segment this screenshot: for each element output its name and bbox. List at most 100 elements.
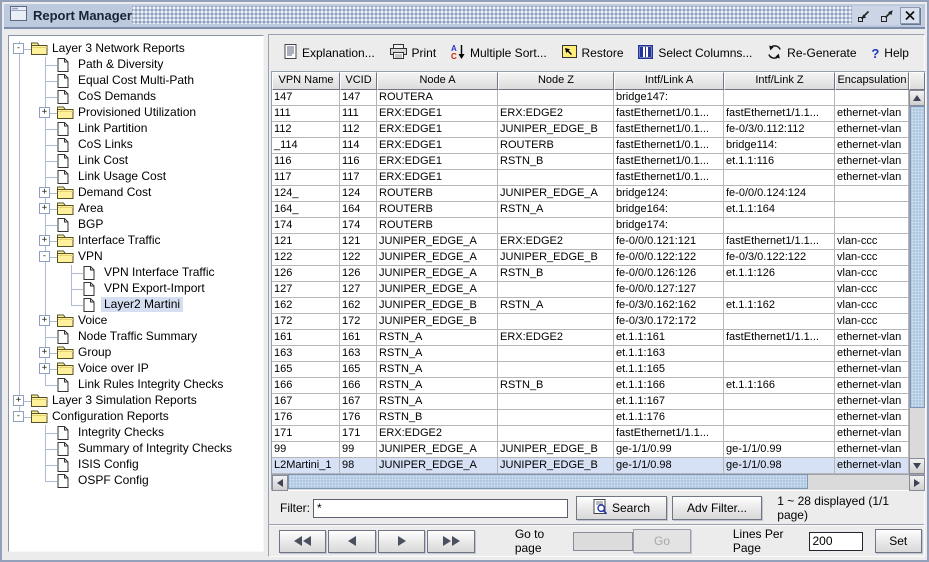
- tree-item-label[interactable]: Demand Cost: [75, 185, 154, 200]
- tree-item[interactable]: Equal Cost Multi-Path: [9, 73, 263, 89]
- column-header[interactable]: Encapsulation: [835, 72, 909, 90]
- tree-item[interactable]: Link Cost: [9, 153, 263, 169]
- tree-expand-handle[interactable]: -: [13, 411, 24, 422]
- column-header[interactable]: Node Z: [498, 72, 614, 90]
- table-row[interactable]: 163163RSTN_Aet.1.1:163ethernet-vlan: [272, 346, 909, 362]
- tree-expand-handle[interactable]: +: [39, 203, 50, 214]
- select-columns-button[interactable]: Select Columns...: [636, 43, 754, 64]
- tree-item-label[interactable]: Interface Traffic: [75, 233, 163, 248]
- table-row[interactable]: 164_164ROUTERBRSTN_Abridge164:et.1.1:164: [272, 202, 909, 218]
- scroll-up-icon[interactable]: [909, 90, 925, 106]
- tree-item-label[interactable]: Group: [75, 345, 114, 360]
- tree-item[interactable]: Node Traffic Summary: [9, 329, 263, 345]
- table-row[interactable]: 165165RSTN_Aet.1.1:165ethernet-vlan: [272, 362, 909, 378]
- table-row[interactable]: 121121JUNIPER_EDGE_AERX:EDGE2fe-0/0/0.12…: [272, 234, 909, 250]
- multiple-sort-button[interactable]: AC Multiple Sort...: [449, 42, 549, 65]
- table-row[interactable]: L2Martini_198JUNIPER_EDGE_AJUNIPER_EDGE_…: [272, 458, 909, 474]
- tree-item[interactable]: -Configuration Reports: [9, 409, 263, 425]
- table-row[interactable]: 127127JUNIPER_EDGE_Afe-0/0/0.127:127vlan…: [272, 282, 909, 298]
- scroll-right-icon[interactable]: [909, 475, 925, 491]
- tree-item[interactable]: +Layer 3 Simulation Reports: [9, 393, 263, 409]
- tree-item-label[interactable]: Node Traffic Summary: [75, 329, 200, 344]
- tree-item-label[interactable]: Equal Cost Multi-Path: [75, 73, 197, 88]
- last-page-button[interactable]: [427, 530, 474, 553]
- tree-item[interactable]: -VPN: [9, 249, 263, 265]
- table-row[interactable]: 116116ERX:EDGE1RSTN_BfastEthernet1/0.1..…: [272, 154, 909, 170]
- tree-item-label[interactable]: Link Cost: [75, 153, 131, 168]
- table-row[interactable]: 167167RSTN_Aet.1.1:167ethernet-vlan: [272, 394, 909, 410]
- table-row[interactable]: 9999JUNIPER_EDGE_AJUNIPER_EDGE_Bge-1/1/0…: [272, 442, 909, 458]
- previous-page-button[interactable]: [328, 530, 375, 553]
- table-row[interactable]: 172172JUNIPER_EDGE_Bfe-0/3/0.172:172vlan…: [272, 314, 909, 330]
- tree-expand-handle[interactable]: +: [13, 395, 24, 406]
- table-row[interactable]: _114114ERX:EDGE1ROUTERBfastEthernet1/0.1…: [272, 138, 909, 154]
- table-row[interactable]: 161161RSTN_AERX:EDGE2et.1.1:161fastEther…: [272, 330, 909, 346]
- tree-expand-handle[interactable]: +: [39, 347, 50, 358]
- tree-item[interactable]: Link Rules Integrity Checks: [9, 377, 263, 393]
- tree-item-label[interactable]: Voice over IP: [75, 361, 152, 376]
- tree-item-label[interactable]: OSPF Config: [75, 473, 152, 488]
- lines-per-page-input[interactable]: [809, 532, 863, 551]
- print-button[interactable]: Print: [388, 42, 439, 64]
- table-row[interactable]: 171171ERX:EDGE2fastEthernet1/1.1...ether…: [272, 426, 909, 442]
- tree-item[interactable]: + Demand Cost: [9, 185, 263, 201]
- tree-item[interactable]: -Layer 3 Network Reports: [9, 41, 263, 57]
- column-header[interactable]: Intf/Link Z: [724, 72, 835, 90]
- tree-item[interactable]: CoS Links: [9, 137, 263, 153]
- tree-expand-handle[interactable]: +: [39, 315, 50, 326]
- first-page-button[interactable]: [279, 530, 326, 553]
- tree-item-label[interactable]: CoS Demands: [75, 89, 159, 104]
- filter-input[interactable]: [313, 499, 568, 518]
- table-row[interactable]: 166166RSTN_ARSTN_Bet.1.1:166et.1.1:166et…: [272, 378, 909, 394]
- tree-item-label[interactable]: CoS Links: [75, 137, 136, 152]
- column-header[interactable]: VPN Name: [272, 72, 340, 90]
- horizontal-scrollbar[interactable]: [272, 474, 925, 490]
- tree-item[interactable]: Summary of Integrity Checks: [9, 441, 263, 457]
- tree-item-label[interactable]: Link Partition: [75, 121, 150, 136]
- table-row[interactable]: 176176RSTN_Bet.1.1:176ethernet-vlan: [272, 410, 909, 426]
- tree-item[interactable]: VPN Interface Traffic: [9, 265, 263, 281]
- tree-expand-handle[interactable]: +: [39, 187, 50, 198]
- tree-item[interactable]: + Area: [9, 201, 263, 217]
- table-row[interactable]: 126126JUNIPER_EDGE_ARSTN_Bfe-0/0/0.126:1…: [272, 266, 909, 282]
- table-row[interactable]: 162162JUNIPER_EDGE_BRSTN_Afe-0/3/0.162:1…: [272, 298, 909, 314]
- tree-item[interactable]: Link Partition: [9, 121, 263, 137]
- column-header[interactable]: VCID: [340, 72, 377, 90]
- restore-button[interactable]: Restore: [560, 43, 626, 63]
- table-row[interactable]: 124_124ROUTERBJUNIPER_EDGE_Abridge124:fe…: [272, 186, 909, 202]
- tree-item[interactable]: + Voice over IP: [9, 361, 263, 377]
- table-row[interactable]: 122122JUNIPER_EDGE_AJUNIPER_EDGE_Bfe-0/0…: [272, 250, 909, 266]
- tree-expand-handle[interactable]: +: [39, 235, 50, 246]
- tree-item-label[interactable]: Area: [75, 201, 106, 216]
- tree-item-label[interactable]: ISIS Config: [75, 457, 142, 472]
- explanation-button[interactable]: Explanation...: [282, 42, 377, 64]
- column-header[interactable]: Intf/Link A: [614, 72, 724, 90]
- tree-expand-handle[interactable]: +: [39, 363, 50, 374]
- table-row[interactable]: 112112ERX:EDGE1JUNIPER_EDGE_BfastEtherne…: [272, 122, 909, 138]
- tree-item-label[interactable]: Summary of Integrity Checks: [75, 441, 235, 456]
- tree-item-label[interactable]: Layer 3 Network Reports: [49, 41, 188, 56]
- next-page-button[interactable]: [378, 530, 425, 553]
- minimize-icon[interactable]: [854, 7, 874, 24]
- tree-item[interactable]: + Provisioned Utilization: [9, 105, 263, 121]
- tree-expand-handle[interactable]: -: [39, 251, 50, 262]
- tree-item[interactable]: + Group: [9, 345, 263, 361]
- tree-item-label[interactable]: Layer2 Martini: [101, 297, 183, 312]
- horizontal-scrollbar-thumb[interactable]: [288, 474, 808, 489]
- go-button[interactable]: Go: [633, 529, 691, 553]
- tree-item-label[interactable]: VPN Interface Traffic: [101, 265, 218, 280]
- tree-item-label[interactable]: BGP: [75, 217, 106, 232]
- tree-item-label[interactable]: Link Rules Integrity Checks: [75, 377, 226, 392]
- tree-item[interactable]: CoS Demands: [9, 89, 263, 105]
- tree-item[interactable]: + Interface Traffic: [9, 233, 263, 249]
- tree-item-label[interactable]: Path & Diversity: [75, 57, 166, 72]
- tree-item-label[interactable]: Provisioned Utilization: [75, 105, 199, 120]
- column-header[interactable]: Node A: [377, 72, 498, 90]
- adv-filter-button[interactable]: Adv Filter...: [672, 496, 763, 520]
- tree-item[interactable]: +Voice: [9, 313, 263, 329]
- help-button[interactable]: ? Help: [869, 44, 911, 63]
- tree-item[interactable]: ISIS Config: [9, 457, 263, 473]
- tree-item[interactable]: Link Usage Cost: [9, 169, 263, 185]
- tree-item[interactable]: BGP: [9, 217, 263, 233]
- tree-expand-handle[interactable]: +: [39, 107, 50, 118]
